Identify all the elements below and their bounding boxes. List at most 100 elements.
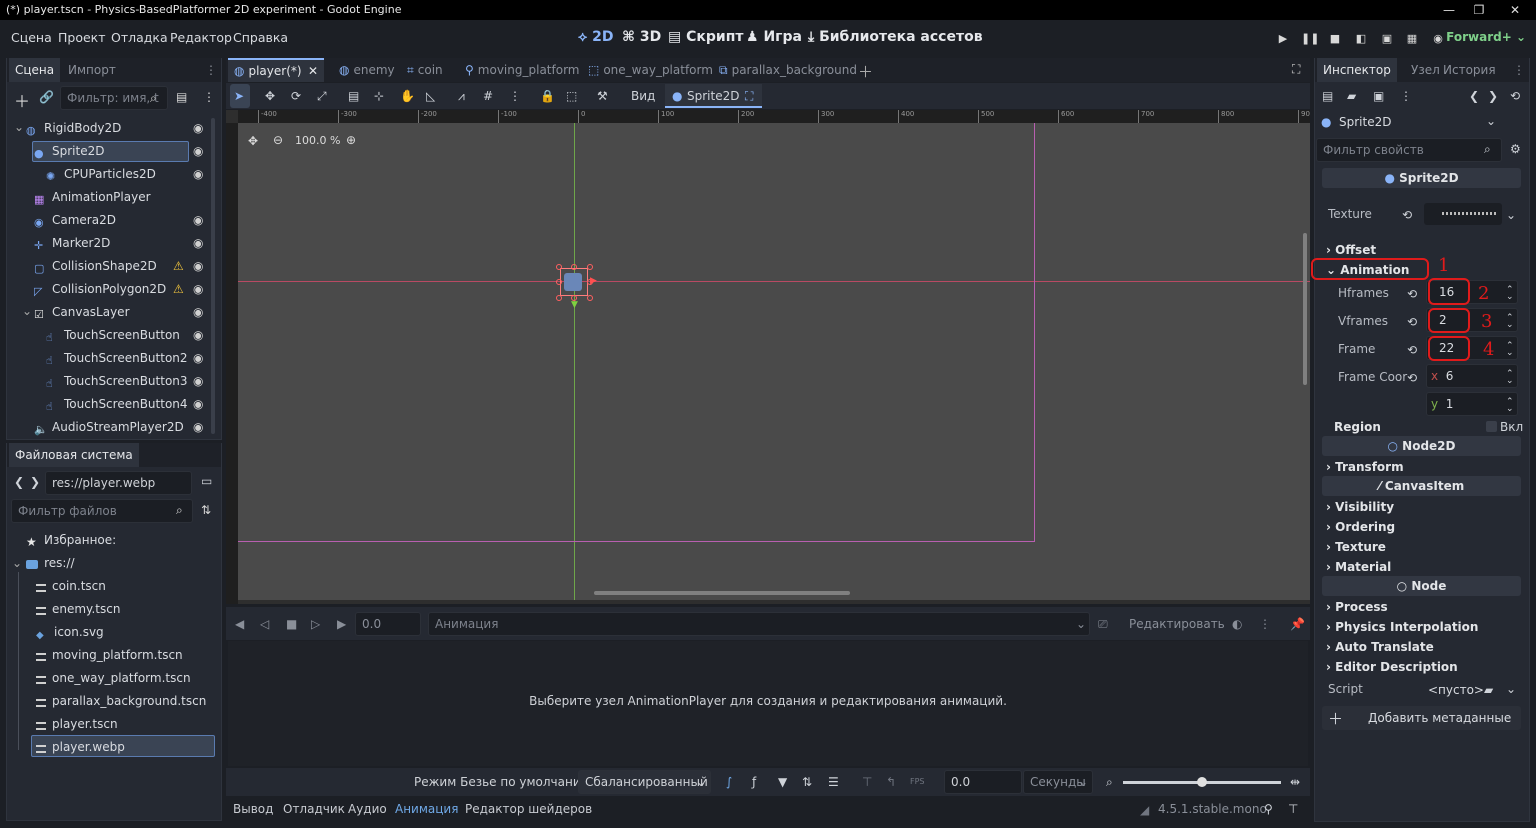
editor-tab[interactable]: ⌗ coin <box>401 58 457 82</box>
bezier-mode-select[interactable]: Сбалансированный ⌄ <box>578 770 711 794</box>
timeline-zoom-handle[interactable] <box>1197 777 1207 787</box>
tab-shader-editor[interactable]: Редактор шейдеров <box>465 802 592 816</box>
add-tab-icon[interactable]: ＋ <box>858 61 873 82</box>
revert-icon[interactable]: ⟲ <box>1402 208 1412 222</box>
distraction-free-icon[interactable]: ⛶ <box>1292 62 1300 77</box>
sprite-preview[interactable] <box>564 273 582 291</box>
spinner-arrows-icon[interactable]: ⌃ ⌄ <box>1506 286 1514 302</box>
save-icon[interactable]: ▣ <box>1373 89 1384 103</box>
revert-icon[interactable]: ⟲ <box>1407 343 1417 357</box>
file-item[interactable]: enemy.tscn <box>36 598 120 620</box>
zoom-in-icon[interactable]: ⊕ <box>346 133 356 147</box>
inspected-object[interactable]: Sprite2D <box>1339 115 1391 129</box>
chevron-down-icon[interactable]: ⌄ <box>14 120 24 134</box>
sort-tracks-icon[interactable]: ⇅ <box>802 775 812 789</box>
visibility-eye-icon[interactable]: ◉ <box>193 214 205 226</box>
play-backwards-from-end-icon[interactable]: ◀ <box>235 617 244 631</box>
chevron-down-icon[interactable]: ⌄ <box>1506 208 1516 222</box>
zoom-level[interactable]: 100.0 % <box>295 134 340 147</box>
canvas-viewport[interactable]: ▼ ▶ <box>238 123 1310 600</box>
chevron-down-icon[interactable]: ⌄ <box>1486 114 1496 128</box>
property-filter-input[interactable]: Фильтр свойств <box>1316 138 1502 162</box>
workspace-assetlib-button[interactable]: ⤓ Библиотека ассетов <box>808 29 983 45</box>
layout-toggle-icon[interactable]: ▭ <box>201 474 212 488</box>
menu-editor[interactable]: Редактор <box>170 30 232 45</box>
snap-icon[interactable]: ⊤ <box>862 775 872 789</box>
file-item[interactable]: coin.tscn <box>36 575 106 597</box>
tab-scene[interactable]: Сцена <box>9 58 61 82</box>
scene-tree-node[interactable]: ☝ TouchScreenButton <box>46 324 180 346</box>
file-item[interactable]: one_way_platform.tscn <box>36 667 191 689</box>
folder-res[interactable]: ⌄ res:// <box>12 552 75 574</box>
select-tool-icon[interactable]: ➤ <box>234 89 244 103</box>
edit-animation-button[interactable]: Редактировать <box>1129 617 1225 631</box>
visibility-eye-icon[interactable]: ◉ <box>193 352 205 364</box>
forward-icon[interactable]: ❯ <box>30 475 40 489</box>
step-input[interactable]: 0.0 <box>944 770 1022 794</box>
filter-icon[interactable]: ▼ <box>778 775 787 789</box>
group-icon[interactable]: ⬚ <box>566 89 577 103</box>
chevron-down-icon[interactable]: ⌄ <box>1506 682 1516 696</box>
scene-menu-icon[interactable]: ⋮ <box>203 90 215 104</box>
bone-icon[interactable]: ⚒ <box>597 89 608 103</box>
visibility-eye-icon[interactable]: ◉ <box>193 375 205 387</box>
editor-tab[interactable]: ◍ player(*) ✕ <box>228 58 324 82</box>
file-item[interactable]: player.webp <box>36 736 125 758</box>
play-from-start-icon[interactable]: ▷ <box>311 617 320 631</box>
editor-tab[interactable]: ⬚ one_way_platform <box>582 58 713 82</box>
file-filter-input[interactable]: Фильтр файлов <box>11 499 193 523</box>
group-ordering[interactable]: › Ordering <box>1326 520 1395 534</box>
file-item[interactable]: parallax_background.tscn <box>36 690 206 712</box>
snap-menu-icon[interactable]: ⋮ <box>509 89 521 103</box>
smart-snap-icon[interactable]: ⩘ <box>458 89 465 104</box>
spinner-arrows-icon[interactable]: ⌃ ⌄ <box>1506 398 1514 414</box>
pin-icon[interactable]: 📌 <box>1290 617 1305 631</box>
workspace-script-button[interactable]: ▤ Скрипт <box>668 29 744 45</box>
visibility-eye-icon[interactable]: ◉ <box>193 122 205 134</box>
file-item[interactable]: player.tscn <box>36 713 118 735</box>
visibility-eye-icon[interactable]: ◉ <box>193 306 205 318</box>
play-icon[interactable]: ▶ <box>1275 31 1291 47</box>
resize-handle[interactable] <box>556 295 562 301</box>
stop-animation-icon[interactable]: ■ <box>286 617 297 631</box>
visibility-eye-icon[interactable]: ◉ <box>193 283 205 295</box>
close-window-icon[interactable]: ✕ <box>1498 0 1532 20</box>
onion-skin-icon[interactable]: ◐ <box>1232 617 1242 631</box>
editor-tab[interactable]: ◍ enemy <box>333 58 399 82</box>
frame-coords-x-input[interactable]: x 6 <box>1426 364 1518 388</box>
visibility-eye-icon[interactable]: ◉ <box>193 329 205 341</box>
dock-menu-icon[interactable]: ⋮ <box>1513 58 1525 82</box>
viewport-v-scrollbar[interactable] <box>1303 233 1307 385</box>
menu-help[interactable]: Справка <box>233 30 288 45</box>
group-auto-translate[interactable]: › Auto Translate <box>1326 640 1434 654</box>
play-icon[interactable]: ▶ <box>337 617 346 631</box>
workspace-2d-button[interactable]: ⟡ 2D <box>578 29 614 45</box>
add-node-icon[interactable]: ＋ <box>14 88 30 112</box>
autoplay-icon[interactable]: ⎚ <box>1098 617 1108 632</box>
pivot-tool-icon[interactable]: ⊹ <box>374 89 384 103</box>
scene-tree-node[interactable]: ✛ Marker2D <box>34 232 110 254</box>
group-offset[interactable]: › Offset <box>1326 243 1376 257</box>
scene-tree-node[interactable]: ☑ CanvasLayer <box>34 301 130 323</box>
viewport-h-scrollbar[interactable] <box>594 591 850 595</box>
menu-debug[interactable]: Отладка <box>111 30 168 45</box>
scale-tool-icon[interactable]: ⤢ <box>317 89 327 104</box>
rotate-tool-icon[interactable]: ⟳ <box>291 89 301 103</box>
remote-debug-icon[interactable]: ◧ <box>1353 31 1369 47</box>
visibility-eye-icon[interactable]: ◉ <box>193 421 205 433</box>
scene-tree-node[interactable]: ▦ AnimationPlayer <box>34 186 151 208</box>
close-tab-icon[interactable]: ✕ <box>308 60 318 82</box>
menu-scene[interactable]: Сцена <box>11 30 52 45</box>
revert-icon[interactable]: ⟲ <box>1407 287 1417 301</box>
lock-icon[interactable]: 🔒 <box>540 89 555 103</box>
snap-timeline-icon[interactable]: ↰ <box>886 775 896 789</box>
tab-inspector[interactable]: Инспектор <box>1317 58 1397 82</box>
spinner-arrows-icon[interactable]: ⌃ ⌄ <box>1506 314 1514 330</box>
grid-snap-icon[interactable]: # <box>483 89 493 103</box>
group-material[interactable]: › Material <box>1326 560 1391 574</box>
play-backwards-icon[interactable]: ◁ <box>260 617 269 631</box>
scene-tree-node[interactable]: ◉ Camera2D <box>34 209 116 231</box>
tab-audio[interactable]: Аудио <box>348 802 387 816</box>
group-transform[interactable]: › Transform <box>1326 460 1404 474</box>
frame-coords-y-input[interactable]: y 1 <box>1426 392 1518 416</box>
